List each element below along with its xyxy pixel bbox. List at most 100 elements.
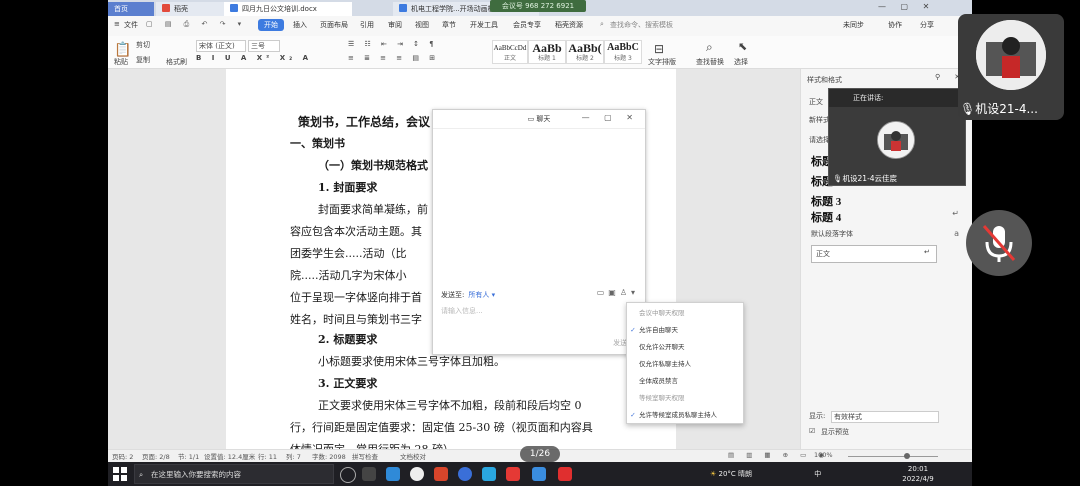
chat-message-list[interactable] (433, 129, 645, 287)
chat-send-to[interactable]: 发送至: 所有人 ▾ (441, 290, 495, 300)
zoom-level[interactable]: 100% (814, 451, 833, 459)
office-icon[interactable] (434, 467, 448, 481)
menu-member[interactable]: 会员专享 (513, 20, 541, 30)
cut-button[interactable]: 剪切 (136, 40, 150, 50)
perm-mute-all[interactable]: 全体成员禁言 (627, 373, 743, 389)
chat-message-input[interactable]: 请输入信息... (441, 306, 631, 318)
taskbar-search-input[interactable]: ⌕ 在这里输入你要搜索的内容 (134, 464, 334, 484)
speaker-video-tile[interactable]: 正在讲话: 🎙机设21-4云佳宸 (828, 88, 966, 186)
chat-tools: ▭▣♙▾ (597, 288, 639, 297)
text-layout-button[interactable]: 文字排版 (648, 57, 676, 67)
share-button[interactable]: 分享 (920, 20, 934, 30)
edge-icon[interactable] (386, 467, 400, 481)
sync-status[interactable]: 未同步 (843, 20, 864, 30)
browser-icon[interactable] (458, 467, 472, 481)
collaborate-button[interactable]: 协作 (888, 20, 902, 30)
font-name-select[interactable]: 宋体 (正文) (196, 40, 246, 52)
display-select[interactable]: 有效样式 (831, 411, 939, 423)
perm-waiting-room-host[interactable]: ✓ 允许等候室成员私聊主持人 (627, 407, 743, 423)
style-normal[interactable]: AaBbCcDd 正文 (492, 40, 528, 64)
doc-heading-2: （一）策划书规范格式 (318, 159, 428, 172)
meeting-app-icon[interactable] (532, 467, 546, 481)
perm-host-only[interactable]: 仅允许私聊主持人 (627, 356, 743, 372)
quick-access-icons[interactable]: ▢ ▤ ⎙ ↶ ↷ ▾ (146, 20, 246, 29)
task-view-icon[interactable] (362, 467, 376, 481)
style-heading-4-item[interactable]: 标题 3 (811, 193, 841, 209)
preview-checkbox[interactable]: ☑ (809, 427, 815, 435)
save-icon[interactable]: ▣ (608, 288, 620, 297)
text-layout-icon[interactable]: ⊟ (654, 42, 664, 56)
speaker-card[interactable]: 🎙机设21-4... (958, 14, 1064, 120)
font-size-select[interactable]: 三号 (248, 40, 280, 52)
mic-muted-button[interactable] (966, 210, 1032, 276)
windows-start-icon[interactable] (112, 466, 128, 482)
font-format-buttons[interactable]: B I U A X² X₂ A (196, 54, 312, 62)
folder-icon[interactable]: ▭ (597, 288, 609, 297)
menu-chapter[interactable]: 章节 (442, 20, 456, 30)
wps-icon[interactable] (558, 467, 572, 481)
style-heading-3[interactable]: AaBbC 标题 3 (604, 40, 642, 64)
current-style-box[interactable]: 正文 ↵ (811, 245, 937, 263)
find-replace-icon[interactable]: ⌕ (706, 40, 713, 55)
paste-button[interactable]: 粘贴 (114, 57, 128, 67)
menu-page-layout[interactable]: 页面布局 (320, 20, 348, 30)
clock[interactable]: 20:01 2022/4/9 (898, 464, 938, 484)
doc-title: 策划书，工作总结，会议 (298, 115, 431, 129)
doc-paragraph-line: 行，行间距是固定值要求：固定值 25-30 磅（视页面和内容具 (290, 421, 593, 434)
shared-screen: 首页 稻壳 四月九日公文培训.docx 机电工程学院...开场动画模版... 会… (108, 0, 972, 486)
zoom-slider-handle[interactable] (904, 453, 910, 459)
paste-icon[interactable]: 📋 (114, 42, 131, 58)
style-heading-4[interactable]: 标题 4 (811, 209, 841, 225)
status-col[interactable]: 列: 7 (286, 451, 301, 461)
copy-button[interactable]: 复制 (136, 55, 150, 65)
app-icon[interactable] (482, 467, 496, 481)
menu-references[interactable]: 引用 (360, 20, 374, 30)
format-painter-button[interactable]: 格式刷 (166, 57, 187, 67)
tab-docer[interactable]: 稻壳 (156, 2, 226, 16)
zoom-slider[interactable] (848, 456, 938, 457)
status-section[interactable]: 节: 1/1 (178, 451, 199, 461)
status-words[interactable]: 字数: 2098 (312, 451, 346, 461)
status-pages[interactable]: 页面: 2/8 (142, 451, 170, 461)
status-spell-check[interactable]: 拼写检查 (352, 451, 378, 461)
perm-free-chat[interactable]: ✓ 允许自由聊天 (627, 322, 743, 338)
search-icon[interactable]: ⌕ (600, 20, 604, 29)
menu-file[interactable]: 文件 (124, 20, 138, 30)
menu-view[interactable]: 视图 (415, 20, 429, 30)
style-heading-2[interactable]: AaBb(标题 2 (566, 40, 604, 64)
ribbon-toolbar: 📋 粘贴 剪切 复制 格式刷 宋体 (正文) 三号 B I U A X² X₂ … (108, 36, 972, 69)
window-controls[interactable]: — ▢ ✕ (878, 2, 968, 14)
chat-permissions-menu: 会议中聊天权限 ✓ 允许自由聊天 仅允许公开聊天 仅允许私聊主持人 全体成员禁言 … (626, 302, 744, 424)
status-setting[interactable]: 设置值: 12.4厘米 (204, 451, 255, 461)
chat-recipient-select[interactable]: 所有人 (468, 291, 489, 299)
list-buttons[interactable]: ☰ ☷ ⇤ ⇥ ↕ ¶ (348, 40, 438, 48)
tab-document[interactable]: 四月九日公文培训.docx (224, 2, 352, 16)
status-proofread[interactable]: 文档校对 (400, 451, 426, 461)
cortana-icon[interactable] (340, 467, 356, 483)
weather-text[interactable]: 20°C 晴朗 (719, 470, 753, 478)
select-cursor-icon[interactable]: ⬉ (738, 40, 747, 53)
status-page-no[interactable]: 页码: 2 (112, 451, 133, 461)
hamburger-icon[interactable]: ≡ (114, 20, 120, 28)
menu-docer-resources[interactable]: 稻壳资源 (555, 20, 583, 30)
dropdown-header: 会议中聊天权限 (639, 309, 685, 317)
command-search-input[interactable]: 查找命令、搜索模板 (610, 20, 673, 30)
ime-indicator[interactable]: 中 (814, 470, 821, 478)
app-icon[interactable] (506, 467, 520, 481)
find-replace-button[interactable]: 查找替换 (696, 57, 724, 67)
perm-public-only[interactable]: 仅允许公开聊天 (627, 339, 743, 355)
menu-home[interactable]: 开始 (258, 19, 284, 31)
meeting-id-pill[interactable]: 会议号 968 272 6921 (490, 0, 586, 12)
tab-home[interactable]: 首页 (108, 2, 154, 16)
align-buttons[interactable]: ≡ ≣ ≡ ≡ ▤ ⊞ (348, 54, 439, 62)
status-row[interactable]: 行: 11 (258, 451, 277, 461)
chat-window-controls[interactable]: — ▢ ✕ (582, 113, 639, 122)
menu-insert[interactable]: 插入 (293, 20, 307, 30)
style-heading-1[interactable]: AaBb 标题 1 (528, 40, 566, 64)
style-default-font[interactable]: 默认段落字体 (811, 229, 853, 239)
app-icon[interactable] (410, 467, 424, 481)
menu-dev-tools[interactable]: 开发工具 (470, 20, 498, 30)
select-button[interactable]: 选择 (734, 57, 748, 67)
person-settings-icon[interactable]: ♙▾ (620, 288, 639, 297)
menu-review[interactable]: 审阅 (388, 20, 402, 30)
